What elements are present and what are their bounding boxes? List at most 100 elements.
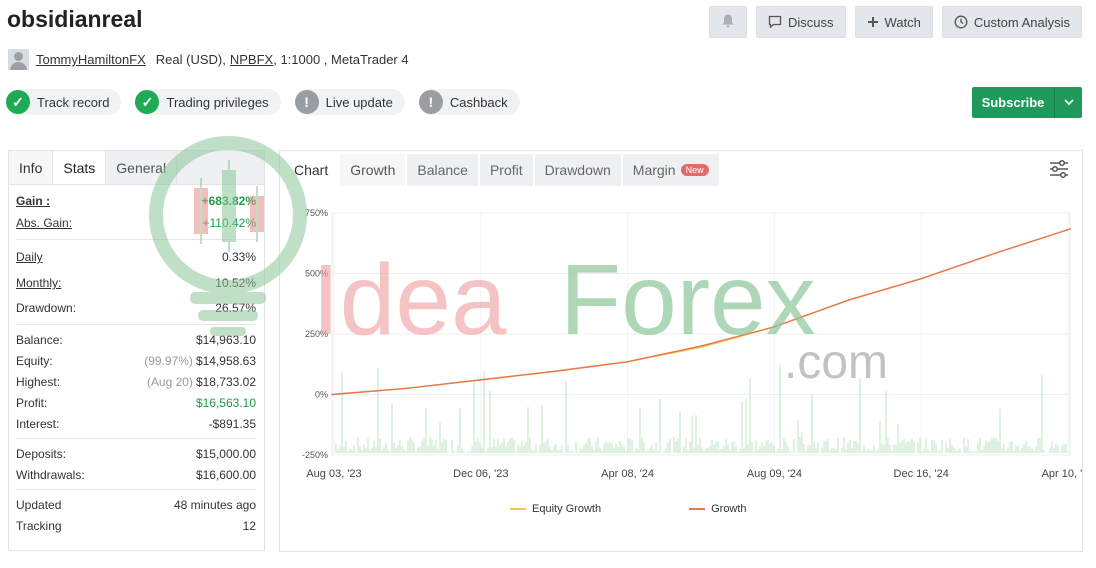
stat-value: $16,600.00: [195, 467, 256, 482]
bell-icon: [720, 13, 736, 32]
tab-general[interactable]: General: [106, 151, 178, 184]
stat-value: $16,563.10: [195, 395, 256, 410]
stat-value: +110.42%: [202, 216, 257, 230]
notify-button[interactable]: [709, 6, 748, 38]
data-point: [405, 387, 407, 390]
data-point: [1069, 228, 1071, 230]
new-badge: New: [680, 164, 709, 176]
stat-value: $15,000.00: [195, 446, 256, 461]
tab-margin[interactable]: Margin New: [622, 154, 719, 186]
x-tick-label: Aug 09, '24: [747, 468, 802, 480]
chevron-down-icon[interactable]: [1054, 87, 1082, 118]
legend-label: Equity Growth: [532, 503, 602, 515]
chart-tabs: Chart Growth Balance Profit Drawdown Mar…: [288, 154, 721, 186]
stat-drawdown: Drawdown: 26.57%: [16, 296, 256, 320]
subscribe-button[interactable]: Subscribe: [972, 87, 1082, 118]
divider: [16, 324, 256, 325]
data-point: [847, 299, 850, 301]
data-point: [995, 252, 997, 254]
stat-interest: Interest: -$891.35: [16, 413, 256, 434]
legend-swatch: [510, 508, 526, 510]
stat-label: Drawdown:: [16, 301, 77, 315]
badge-cashback[interactable]: ! Cashback: [418, 89, 520, 115]
stat-label: Interest:: [16, 416, 60, 431]
badge-track-record[interactable]: ✓ Track record: [6, 89, 122, 115]
y-tick-label: 0%: [315, 390, 328, 400]
stat-label: Withdrawals:: [16, 467, 85, 482]
stat-label[interactable]: Gain :: [16, 194, 50, 208]
avatar: [8, 49, 29, 70]
discuss-button[interactable]: Discuss: [756, 6, 846, 38]
exclamation-icon: !: [418, 90, 443, 114]
legend-item-growth[interactable]: Growth: [689, 503, 747, 515]
data-point: [774, 325, 776, 328]
subscribe-label: Subscribe: [981, 95, 1045, 110]
y-tick-label: 500%: [305, 269, 328, 279]
discuss-label: Discuss: [788, 14, 834, 30]
stat-gain: Gain : +683.82%: [16, 190, 256, 211]
badge-trading-privileges[interactable]: ✓ Trading privileges: [135, 89, 281, 115]
badge-live-update[interactable]: ! Live update: [294, 89, 405, 115]
tab-balance[interactable]: Balance: [407, 154, 478, 186]
growth-chart[interactable]: 750% 500% 250% 0% -250% Aug 03, '23 Dec 06, '2…: [280, 151, 1082, 551]
divider: [16, 489, 256, 490]
legend-label: Growth: [711, 503, 747, 515]
stat-equity: Equity: (99.97%) $14,958.63: [16, 350, 256, 371]
plus-icon: [867, 16, 879, 28]
stats-tabs: Info Stats General: [9, 151, 264, 185]
account-owner-line: TommyHamiltonFX Real (USD), NPBFX , 1:10…: [8, 49, 409, 70]
stats-panel: Info Stats General Gain : +683.82% Abs. …: [8, 150, 265, 551]
stat-withdrawals: Withdrawals: $16,600.00: [16, 464, 256, 485]
comment-icon: [768, 15, 782, 29]
tab-chart[interactable]: Chart: [288, 154, 339, 186]
check-icon: ✓: [6, 90, 30, 114]
divider: [16, 239, 256, 240]
custom-analysis-button[interactable]: Custom Analysis: [941, 6, 1082, 38]
stat-abs-gain: Abs. Gain: +110.42%: [16, 211, 256, 235]
custom-analysis-label: Custom Analysis: [973, 14, 1070, 30]
stat-value: 10.52%: [215, 276, 256, 290]
stat-label: Updated: [16, 497, 62, 512]
exclamation-icon: !: [294, 90, 319, 114]
settings-sliders-icon[interactable]: [1048, 159, 1070, 182]
stat-label[interactable]: Abs. Gain:: [16, 216, 72, 230]
stat-label: Highest:: [16, 374, 61, 389]
stat-value: $14,958.63: [195, 353, 256, 368]
stat-label[interactable]: Daily: [16, 250, 43, 264]
tab-stats[interactable]: Stats: [53, 151, 107, 184]
page-title: obsidianreal: [7, 6, 143, 32]
x-tick-label: Apr 08, '24: [601, 468, 654, 480]
data-point: [626, 361, 628, 363]
tab-profit[interactable]: Profit: [479, 154, 533, 186]
x-tick-label: Aug 03, '23: [306, 468, 361, 480]
watch-button[interactable]: Watch: [854, 6, 933, 38]
x-tick-label: Apr 10, '25: [1042, 468, 1082, 480]
broker-link[interactable]: NPBFX: [230, 52, 273, 67]
stat-label: Equity:: [16, 353, 53, 368]
tab-drawdown[interactable]: Drawdown: [534, 154, 621, 186]
data-point: [552, 370, 555, 373]
stat-tracking: Tracking 12: [16, 515, 256, 536]
status-badges: ✓ Track record ✓ Trading privileges ! Li…: [6, 89, 520, 115]
stat-value: 48 minutes ago: [173, 497, 256, 512]
tab-info[interactable]: Info: [9, 151, 54, 184]
stat-label[interactable]: Monthly:: [16, 276, 61, 290]
owner-link[interactable]: TommyHamiltonFX: [36, 52, 146, 67]
badge-label: Trading privileges: [166, 94, 269, 110]
stat-label: Tracking: [16, 518, 62, 533]
data-point: [921, 277, 924, 280]
check-icon: ✓: [135, 90, 160, 114]
y-tick-label: -250%: [302, 450, 328, 460]
data-point: [700, 345, 702, 347]
stat-value: -$891.35: [208, 416, 256, 431]
tab-growth[interactable]: Growth: [340, 154, 406, 186]
divider: [16, 438, 256, 439]
stat-monthly: Monthly: 10.52%: [16, 270, 256, 296]
stat-value: 0.33%: [221, 250, 256, 264]
stat-value: +683.82%: [201, 193, 256, 208]
clock-icon: [954, 15, 968, 29]
y-tick-label: 250%: [305, 329, 328, 339]
chart-panel: 750% 500% 250% 0% -250% Aug 03, '23 Dec 06, '2…: [279, 150, 1083, 552]
tab-margin-label: Margin: [632, 162, 676, 178]
legend-item-equity[interactable]: Equity Growth: [510, 503, 601, 515]
